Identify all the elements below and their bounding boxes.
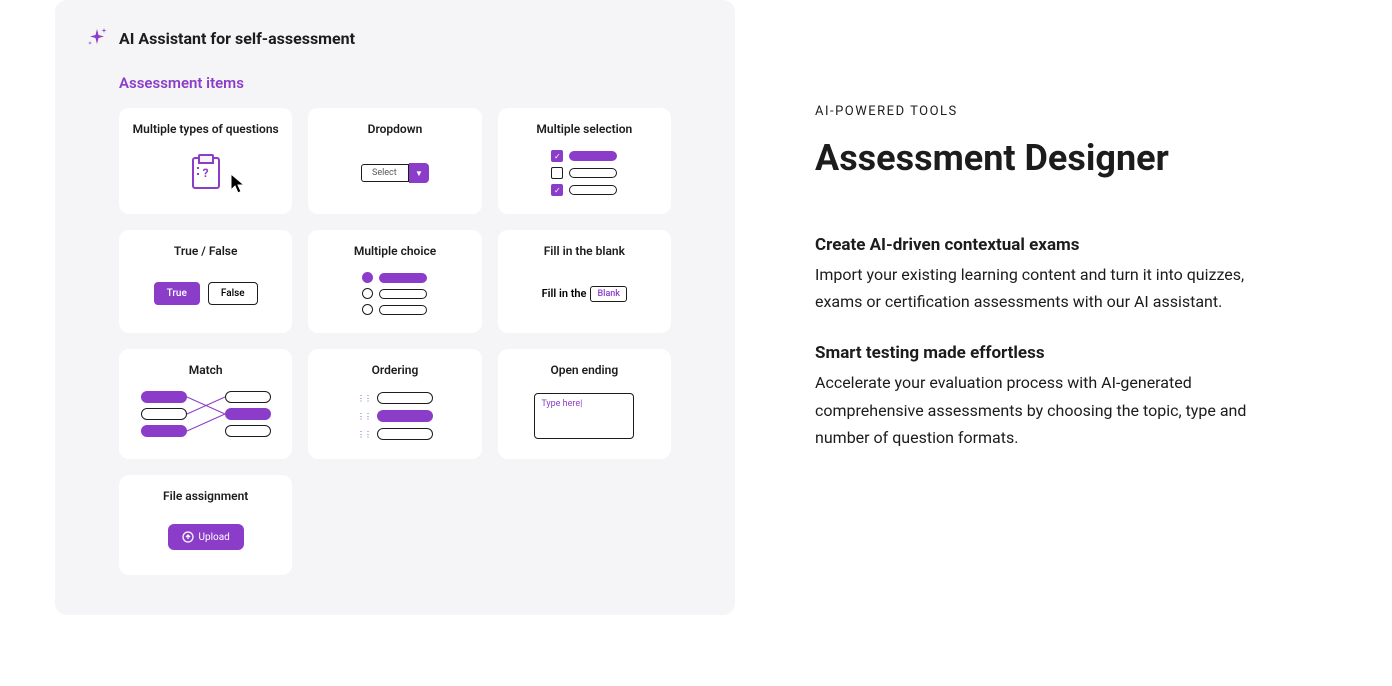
card-match[interactable]: Match bbox=[119, 349, 292, 459]
block-text: Import your existing learning content an… bbox=[815, 261, 1275, 315]
card-dropdown[interactable]: Dropdown Select ▼ bbox=[308, 108, 481, 214]
checkbox-icon bbox=[551, 167, 563, 179]
assessment-panel: AI Assistant for self-assessment Assessm… bbox=[55, 0, 735, 615]
card-title: Open ending bbox=[550, 363, 618, 377]
drag-handle-icon: ⋮⋮ bbox=[357, 412, 371, 421]
cursor-icon bbox=[228, 172, 252, 196]
content-block: Create AI-driven contextual exams Import… bbox=[815, 235, 1275, 315]
drag-handle-icon: ⋮⋮ bbox=[357, 430, 371, 439]
block-title: Create AI-driven contextual exams bbox=[815, 235, 1275, 255]
cards-grid: Multiple types of questions ? Dropdown S… bbox=[119, 108, 671, 575]
true-button: True bbox=[154, 282, 200, 305]
dropdown-field: Select bbox=[361, 164, 409, 182]
card-title: Fill in the blank bbox=[544, 244, 625, 258]
upload-icon bbox=[182, 531, 194, 543]
upload-button: Upload bbox=[168, 524, 244, 550]
placeholder: Type here bbox=[541, 399, 580, 409]
blank-box: Blank bbox=[590, 286, 627, 302]
dropdown-control: Select ▼ bbox=[361, 163, 429, 183]
section-label: Assessment items bbox=[119, 74, 705, 92]
upload-label: Upload bbox=[199, 532, 230, 543]
chevron-down-icon: ▼ bbox=[409, 163, 429, 183]
card-title: Dropdown bbox=[368, 122, 423, 136]
radio-icon bbox=[362, 288, 373, 299]
true-false-illustration: True False bbox=[154, 282, 258, 305]
card-title: True / False bbox=[174, 244, 238, 258]
card-title: Ordering bbox=[372, 363, 419, 377]
card-title: Match bbox=[189, 363, 223, 377]
checkbox-icon bbox=[551, 184, 563, 196]
content-block: Smart testing made effortless Accelerate… bbox=[815, 343, 1275, 451]
block-title: Smart testing made effortless bbox=[815, 343, 1275, 363]
card-title: File assignment bbox=[163, 489, 248, 503]
ordering-illustration: ⋮⋮ ⋮⋮ ⋮⋮ bbox=[357, 392, 433, 440]
clipboard-icon: ? bbox=[129, 150, 282, 196]
checkbox-icon bbox=[551, 150, 563, 162]
fillblank-illustration: Fill in the Blank bbox=[542, 286, 627, 302]
card-open-ending[interactable]: Open ending Type here| bbox=[498, 349, 671, 459]
eyebrow: AI-POWERED TOOLS bbox=[815, 104, 1275, 119]
card-true-false[interactable]: True / False True False bbox=[119, 230, 292, 333]
drag-handle-icon: ⋮⋮ bbox=[357, 394, 371, 403]
sparkle-icon bbox=[85, 26, 109, 50]
card-file-assignment[interactable]: File assignment Upload bbox=[119, 475, 292, 575]
card-title: Multiple choice bbox=[354, 244, 436, 258]
false-button: False bbox=[208, 282, 258, 305]
fill-prefix: Fill in the bbox=[542, 287, 587, 300]
card-fill-blank[interactable]: Fill in the blank Fill in the Blank bbox=[498, 230, 671, 333]
multiselect-illustration bbox=[551, 150, 617, 196]
card-title: Multiple types of questions bbox=[133, 122, 279, 136]
card-multiple-choice[interactable]: Multiple choice bbox=[308, 230, 481, 333]
match-illustration bbox=[141, 391, 271, 441]
panel-header: AI Assistant for self-assessment bbox=[85, 26, 705, 50]
page-title: Assessment Designer bbox=[815, 137, 1275, 179]
card-multiple-types[interactable]: Multiple types of questions ? bbox=[119, 108, 292, 214]
textarea-illustration: Type here| bbox=[534, 393, 634, 439]
radio-icon bbox=[362, 304, 373, 315]
card-ordering[interactable]: Ordering ⋮⋮ ⋮⋮ ⋮⋮ bbox=[308, 349, 481, 459]
card-multiple-selection[interactable]: Multiple selection bbox=[498, 108, 671, 214]
panel-title: AI Assistant for self-assessment bbox=[119, 29, 355, 48]
content-panel: AI-POWERED TOOLS Assessment Designer Cre… bbox=[815, 104, 1275, 479]
block-text: Accelerate your evaluation process with … bbox=[815, 369, 1275, 451]
radio-icon bbox=[362, 272, 373, 283]
card-title: Multiple selection bbox=[536, 122, 632, 136]
multichoice-illustration bbox=[362, 272, 427, 315]
